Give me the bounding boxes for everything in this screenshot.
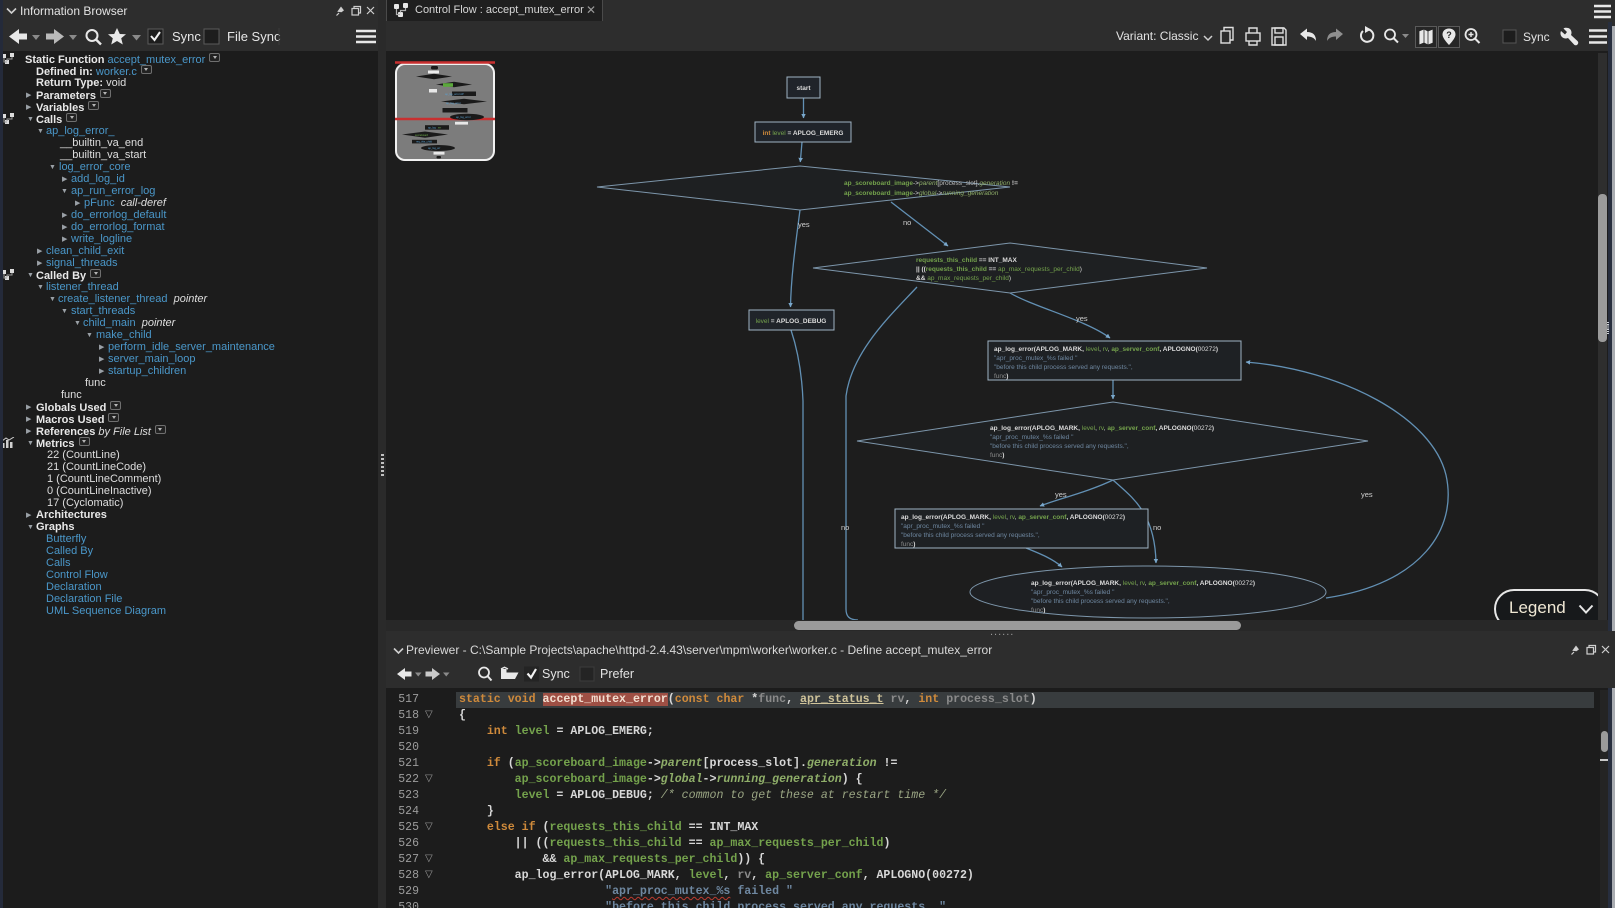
- svg-text:ap_log_error: ap_log_error: [456, 115, 471, 119]
- svg-text:no: no: [903, 218, 911, 227]
- svg-text:Prefer: Prefer: [600, 667, 634, 681]
- svg-text:?: ?: [1446, 30, 1452, 40]
- svg-text:ap_scoreboard_image->global->r: ap_scoreboard_image->global->running_gen…: [844, 190, 999, 197]
- svg-text:Sync: Sync: [1523, 30, 1550, 44]
- svg-text:no: no: [841, 523, 849, 532]
- svg-text:Sync: Sync: [542, 667, 570, 681]
- svg-text:|| ((requests_this_child == ap: || ((requests_this_child == ap_max_reque…: [916, 266, 1082, 273]
- svg-text:yes: yes: [1076, 314, 1088, 323]
- svg-text:yes: yes: [1361, 490, 1373, 499]
- svg-text:ap_log_error: ap_log_error: [446, 101, 461, 105]
- svg-text:"before this child process ser: "before this child process served any re…: [1031, 598, 1170, 605]
- svg-text:yes: yes: [798, 220, 810, 229]
- svg-text:func): func): [901, 541, 915, 548]
- svg-text:&& ap_max_requests_per_child): && ap_max_requests_per_child): [916, 275, 1011, 282]
- svg-text:File Sync: File Sync: [227, 29, 281, 44]
- svg-text:scoreboard: scoreboard: [415, 133, 429, 137]
- svg-text:level = APLOG_DEBUG: level = APLOG_DEBUG: [756, 318, 827, 325]
- svg-text:ap_log_error(APLOG_MARK, level: ap_log_error(APLOG_MARK, level, rv, ap_s…: [901, 514, 1125, 521]
- svg-text:"before this child process ser: "before this child process served any re…: [901, 532, 1040, 539]
- svg-text:start: start: [796, 85, 811, 92]
- svg-text:no: no: [1153, 523, 1161, 532]
- svg-text:"apr_proc_mutex_%s failed ": "apr_proc_mutex_%s failed ": [990, 434, 1074, 441]
- svg-text:ap_log_err: ap_log_err: [428, 146, 441, 150]
- svg-text:func): func): [990, 452, 1004, 459]
- svg-text:ap_log_error(APLOG_MARK, level: ap_log_error(APLOG_MARK, level, rv, ap_s…: [994, 346, 1218, 353]
- svg-text:requests_this_child == INT_MAX: requests_this_child == INT_MAX: [916, 257, 1017, 264]
- svg-text:"before this child process ser: "before this child process served any re…: [994, 364, 1133, 371]
- svg-text:"apr_proc_mutex_%s failed ": "apr_proc_mutex_%s failed ": [1031, 589, 1115, 596]
- svg-text:func): func): [994, 373, 1008, 380]
- svg-text:"apr_proc_mutex_%s failed ": "apr_proc_mutex_%s failed ": [994, 355, 1078, 362]
- svg-text:"apr_proc_mutex_%s failed ": "apr_proc_mutex_%s failed ": [901, 523, 985, 530]
- svg-text:err: err: [438, 126, 441, 130]
- svg-text:ap_log_error AP: ap_log_error AP: [445, 92, 464, 96]
- svg-text:ap_log_error(APLOG_MARK, level: ap_log_error(APLOG_MARK, level, rv, ap_s…: [990, 425, 1214, 432]
- svg-text:"before this child process ser: "before this child process served any re…: [990, 443, 1129, 450]
- svg-text:ap_scoreboard_image->parent[pr: ap_scoreboard_image->parent[process_slot…: [844, 180, 1018, 187]
- svg-text:ap_log: ap_log: [428, 126, 436, 130]
- svg-text:int level = APLOG_EMERG: int level = APLOG_EMERG: [763, 130, 844, 137]
- svg-text:yes: yes: [1055, 490, 1067, 499]
- svg-text:ap_log_error(APLOG_MARK, level: ap_log_error(APLOG_MARK, level, rv, ap_s…: [1031, 580, 1255, 587]
- svg-text:func): func): [1031, 607, 1045, 614]
- svg-text:req_this_child: req_this_child: [416, 140, 433, 144]
- svg-text:Sync: Sync: [172, 29, 201, 44]
